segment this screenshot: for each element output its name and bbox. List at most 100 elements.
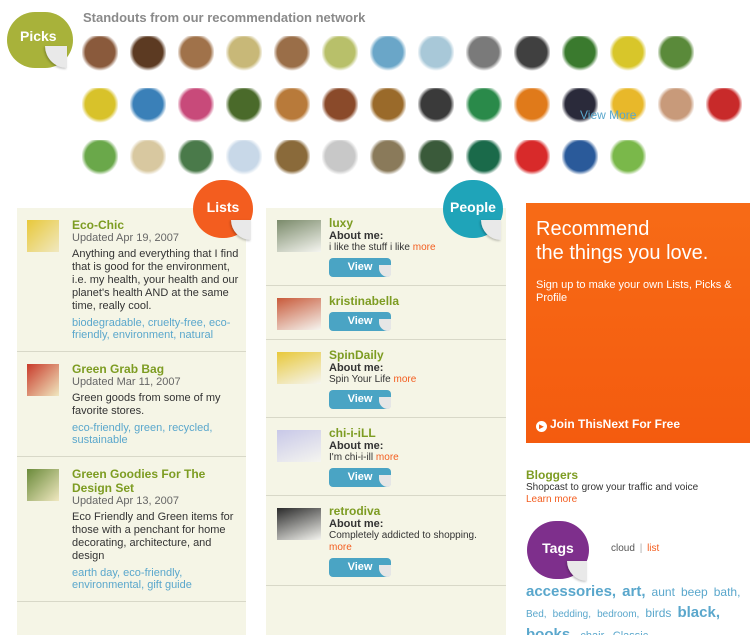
tag-link[interactable]: bedding, — [553, 609, 591, 620]
list-tag-link[interactable]: environment, — [113, 329, 180, 341]
page-curl-icon — [379, 265, 391, 277]
person-item: chi-i-iLL About me: I'm chi-i-ill more View — [266, 418, 506, 496]
list-tag-link[interactable]: earth day, — [72, 567, 123, 579]
tag-cloud-option[interactable]: cloud — [611, 543, 635, 554]
pick-thumbnail[interactable] — [514, 140, 550, 176]
lists-badge-label: Lists — [206, 199, 240, 215]
list-tag-link[interactable]: eco-friendly, — [123, 567, 182, 579]
tag-link[interactable]: aunt — [652, 585, 675, 599]
pick-thumbnail[interactable] — [82, 36, 118, 72]
pick-thumbnail[interactable] — [418, 88, 454, 124]
list-tag-link[interactable]: cruelty-free, — [148, 317, 209, 329]
tag-link[interactable]: chair, — [580, 630, 606, 635]
pick-thumbnail[interactable] — [82, 140, 118, 176]
list-tag-link[interactable]: environmental, — [72, 579, 147, 591]
person-avatar[interactable] — [277, 430, 321, 462]
more-link[interactable]: more — [329, 542, 352, 553]
tag-link[interactable]: books, — [526, 626, 574, 635]
pick-thumbnail[interactable] — [418, 36, 454, 72]
list-tag-link[interactable]: natural — [179, 329, 213, 341]
list-tag-link[interactable]: eco-friendly, — [72, 422, 134, 434]
tag-link[interactable]: Bed, — [526, 609, 547, 620]
pick-thumbnail[interactable] — [658, 88, 694, 124]
person-name[interactable]: SpinDaily — [329, 348, 500, 362]
pick-thumbnail[interactable] — [466, 140, 502, 176]
promo-headline: Recommend the things you love. — [536, 217, 708, 265]
person-avatar[interactable] — [277, 352, 321, 384]
list-thumbnail[interactable] — [27, 220, 59, 252]
list-title[interactable]: Green Grab Bag — [72, 362, 240, 376]
signup-promo[interactable]: Recommend the things you love. Sign up t… — [526, 203, 750, 443]
pick-thumbnail[interactable] — [370, 36, 406, 72]
pick-thumbnail[interactable] — [418, 140, 454, 176]
pick-thumbnail[interactable] — [610, 140, 646, 176]
pick-thumbnail[interactable] — [610, 36, 646, 72]
list-tag-link[interactable]: recycled, — [168, 422, 212, 434]
tag-link[interactable]: accessories, — [526, 583, 616, 600]
list-thumbnail[interactable] — [27, 469, 59, 501]
list-thumbnail[interactable] — [27, 364, 59, 396]
pick-thumbnail[interactable] — [226, 88, 262, 124]
tag-link[interactable]: birds — [645, 606, 671, 620]
tag-link[interactable]: black, — [677, 604, 720, 621]
pick-thumbnail[interactable] — [514, 36, 550, 72]
pick-thumbnail[interactable] — [706, 88, 742, 124]
more-link[interactable]: more — [376, 452, 399, 463]
view-profile-button[interactable]: View — [329, 258, 391, 277]
person-name[interactable]: chi-i-iLL — [329, 426, 500, 440]
more-link[interactable]: more — [394, 374, 417, 385]
pick-thumbnail[interactable] — [274, 140, 310, 176]
pick-thumbnail[interactable] — [514, 88, 550, 124]
pick-thumbnail[interactable] — [178, 88, 214, 124]
pick-thumbnail[interactable] — [466, 88, 502, 124]
person-avatar[interactable] — [277, 508, 321, 540]
tag-link[interactable]: bath, — [714, 585, 741, 599]
about-me-label: About me: — [329, 440, 384, 452]
pick-thumbnail[interactable] — [178, 36, 214, 72]
pick-thumbnail[interactable] — [658, 36, 694, 72]
pick-thumbnail[interactable] — [322, 88, 358, 124]
tag-link[interactable]: art, — [622, 583, 645, 600]
pick-thumbnail[interactable] — [178, 140, 214, 176]
learn-more-link[interactable]: Learn more — [526, 494, 750, 505]
pick-thumbnail[interactable] — [370, 140, 406, 176]
list-tag-link[interactable]: gift guide — [147, 579, 192, 591]
more-link[interactable]: more — [413, 242, 436, 253]
tag-link[interactable]: beep — [681, 585, 708, 599]
person-item: SpinDaily About me: Spin Your Life more Vie… — [266, 340, 506, 418]
person-name[interactable]: kristinabella — [329, 294, 500, 308]
join-link[interactable]: ► Join ThisNext For Free — [536, 417, 680, 432]
tag-list-option[interactable]: list — [647, 543, 659, 554]
pick-thumbnail[interactable] — [466, 36, 502, 72]
pick-thumbnail[interactable] — [130, 140, 166, 176]
pick-thumbnail[interactable] — [274, 36, 310, 72]
pick-thumbnail[interactable] — [322, 140, 358, 176]
list-tag-link[interactable]: sustainable — [72, 434, 128, 446]
pick-thumbnail[interactable] — [562, 36, 598, 72]
view-profile-button[interactable]: View — [329, 312, 391, 331]
view-profile-button[interactable]: View — [329, 468, 391, 487]
view-profile-button[interactable]: View — [329, 390, 391, 409]
pick-thumbnail[interactable] — [130, 36, 166, 72]
pick-thumbnail[interactable] — [562, 140, 598, 176]
pick-thumbnail[interactable] — [130, 88, 166, 124]
pick-thumbnail[interactable] — [370, 88, 406, 124]
pick-thumbnail[interactable] — [274, 88, 310, 124]
person-avatar[interactable] — [277, 220, 321, 252]
pick-thumbnail[interactable] — [226, 140, 262, 176]
tag-link[interactable]: Classic — [613, 630, 648, 635]
person-name[interactable]: retrodiva — [329, 504, 500, 518]
bloggers-title[interactable]: Bloggers — [526, 468, 750, 482]
view-more-link[interactable]: View More — [580, 108, 636, 122]
list-tag-link[interactable]: green, — [134, 422, 168, 434]
pick-thumbnail[interactable] — [322, 36, 358, 72]
pick-thumbnail[interactable] — [226, 36, 262, 72]
view-profile-button[interactable]: View — [329, 558, 391, 577]
list-title[interactable]: Green Goodies For The Design Set — [72, 467, 240, 495]
list-tag-link[interactable]: biodegradable, — [72, 317, 148, 329]
person-item: retrodiva About me: Completely addicted to… — [266, 496, 506, 586]
tag-link[interactable]: bedroom, — [597, 609, 639, 620]
person-avatar[interactable] — [277, 298, 321, 330]
person-bio: I'm chi-i-ill more — [329, 452, 500, 464]
pick-thumbnail[interactable] — [82, 88, 118, 124]
